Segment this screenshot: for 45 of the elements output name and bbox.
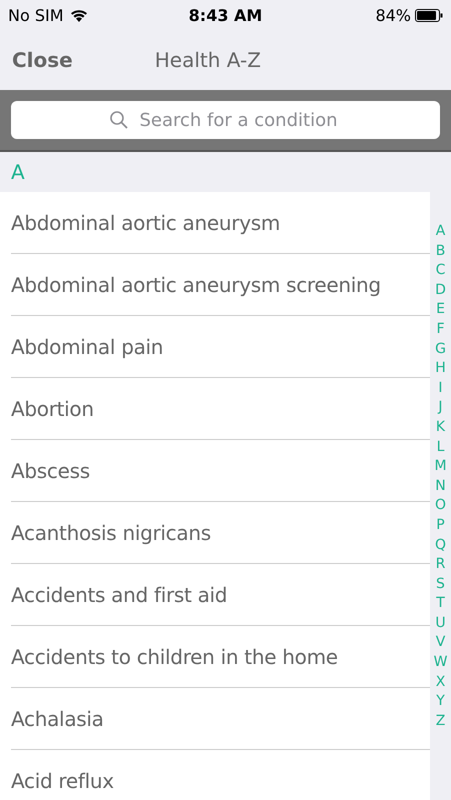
index-letter[interactable]: J <box>438 398 443 418</box>
index-letter[interactable]: E <box>436 300 445 320</box>
index-letter[interactable]: C <box>436 261 446 281</box>
index-letter[interactable]: I <box>438 378 443 398</box>
section-header: A <box>11 160 25 184</box>
index-letter[interactable]: M <box>434 457 447 477</box>
condition-item[interactable]: Abdominal aortic aneurysm <box>11 192 430 254</box>
index-letter[interactable]: Z <box>436 712 446 732</box>
index-letter[interactable]: K <box>436 418 446 438</box>
condition-item[interactable]: Abscess <box>11 440 430 502</box>
index-letter[interactable]: Q <box>434 536 446 556</box>
condition-item[interactable]: Achalasia <box>11 688 430 750</box>
index-letter[interactable]: S <box>436 574 445 594</box>
index-letter[interactable]: Y <box>436 692 445 712</box>
battery-text: 84% <box>375 6 411 24</box>
index-letter[interactable]: O <box>434 496 446 516</box>
condition-item[interactable]: Acid reflux <box>11 750 430 800</box>
index-letter[interactable]: B <box>436 242 446 262</box>
index-letter[interactable]: W <box>434 653 448 673</box>
index-letter[interactable]: N <box>435 476 446 496</box>
index-letter[interactable]: U <box>435 614 446 634</box>
index-letter[interactable]: L <box>436 438 444 458</box>
index-letter[interactable]: G <box>435 340 446 360</box>
battery-icon <box>415 8 443 22</box>
index-letter[interactable]: R <box>436 555 446 575</box>
wifi-icon <box>70 8 88 22</box>
search-field[interactable]: Search for a condition <box>11 101 440 139</box>
condition-item[interactable]: Abdominal aortic aneurysm screening <box>11 254 430 316</box>
index-letter[interactable]: A <box>436 222 446 242</box>
screen-title: Health A-Z <box>154 48 261 72</box>
index-letter[interactable]: D <box>435 280 446 300</box>
index-letter[interactable]: P <box>436 516 445 536</box>
close-button[interactable]: Close <box>0 48 85 72</box>
index-letter[interactable]: T <box>436 594 445 614</box>
carrier-text: No SIM <box>8 6 64 24</box>
index-letter[interactable]: X <box>436 672 446 692</box>
index-letter[interactable]: V <box>436 633 446 654</box>
index-letter[interactable]: F <box>436 320 445 340</box>
condition-item[interactable]: Accidents and first aid <box>11 564 430 626</box>
condition-item[interactable]: Accidents to children in the home <box>11 626 430 688</box>
condition-item[interactable]: Abortion <box>11 378 430 440</box>
clock-text: 8:43 AM <box>188 6 262 24</box>
condition-item[interactable]: Acanthosis nigricans <box>11 502 430 564</box>
condition-item[interactable]: Abdominal pain <box>11 316 430 378</box>
index-letter[interactable]: H <box>435 359 446 379</box>
